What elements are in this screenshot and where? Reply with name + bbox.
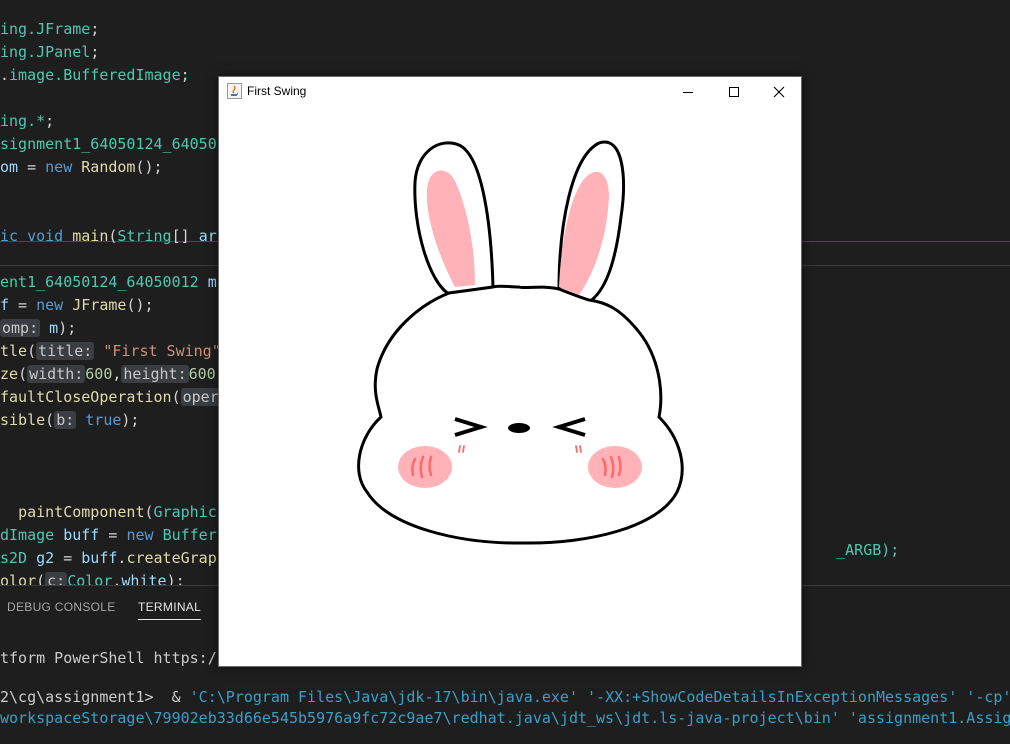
java-icon [227,83,242,99]
window-titlebar[interactable]: First Swing [219,77,801,107]
minimize-button[interactable] [665,77,711,107]
code-line: f = new JFrame(); [0,296,154,314]
terminal-line-3: 2\cg\assignment1> & 'C:\Program Files\Ja… [0,688,1010,706]
code-line: om = new Random(); [0,158,163,176]
code-line: ing.JPanel; [0,43,100,61]
code-line: ing.*; [0,112,55,130]
window-title: First Swing [247,84,307,98]
bunny-drawing [357,140,684,545]
tab-debug-console[interactable]: DEBUG CONSOLE [7,600,116,614]
code-line: olor(c: Color.white); [0,570,185,585]
close-button[interactable] [756,77,802,107]
code-line: ze(width: 600, height: 600 [0,365,216,383]
code-line: dImage buff = new Buffer [0,526,217,544]
code-line: signment1_64050124_64050 [0,135,217,153]
code-line: ing.JFrame; [0,20,100,38]
nose [508,423,530,433]
maximize-button[interactable] [711,77,757,107]
code-line: faultCloseOperation(oper [0,388,221,406]
tab-terminal[interactable]: TERMINAL [138,600,202,620]
code-line: .image.BufferedImage; [0,66,190,84]
drawing-canvas [357,140,684,545]
code-line: ent1_64050124_64050012 m [0,273,217,291]
left-blush [398,446,452,488]
swing-window[interactable]: First Swing [218,76,802,667]
code-line: tle(title: "First Swing" [0,342,221,360]
code-line: paintComponent(Graphics [18,503,226,521]
code-line: omp: m); [0,319,77,337]
terminal-line-1: tform PowerShell https:// [0,649,226,667]
minimize-icon [683,92,693,93]
code-line: sible(b: true); [0,411,140,429]
head [357,284,684,545]
terminal-line-4: workspaceStorage\79902eb33d66e545b5976a9… [0,709,1010,727]
code-line: s2D g2 = buff.createGrap [0,549,217,567]
code-fragment-right: _ARGB); [836,541,900,559]
close-icon [773,86,785,98]
right-blush [588,446,642,488]
maximize-icon [729,87,739,97]
code-line: ic void main(String[] ar [0,227,217,245]
